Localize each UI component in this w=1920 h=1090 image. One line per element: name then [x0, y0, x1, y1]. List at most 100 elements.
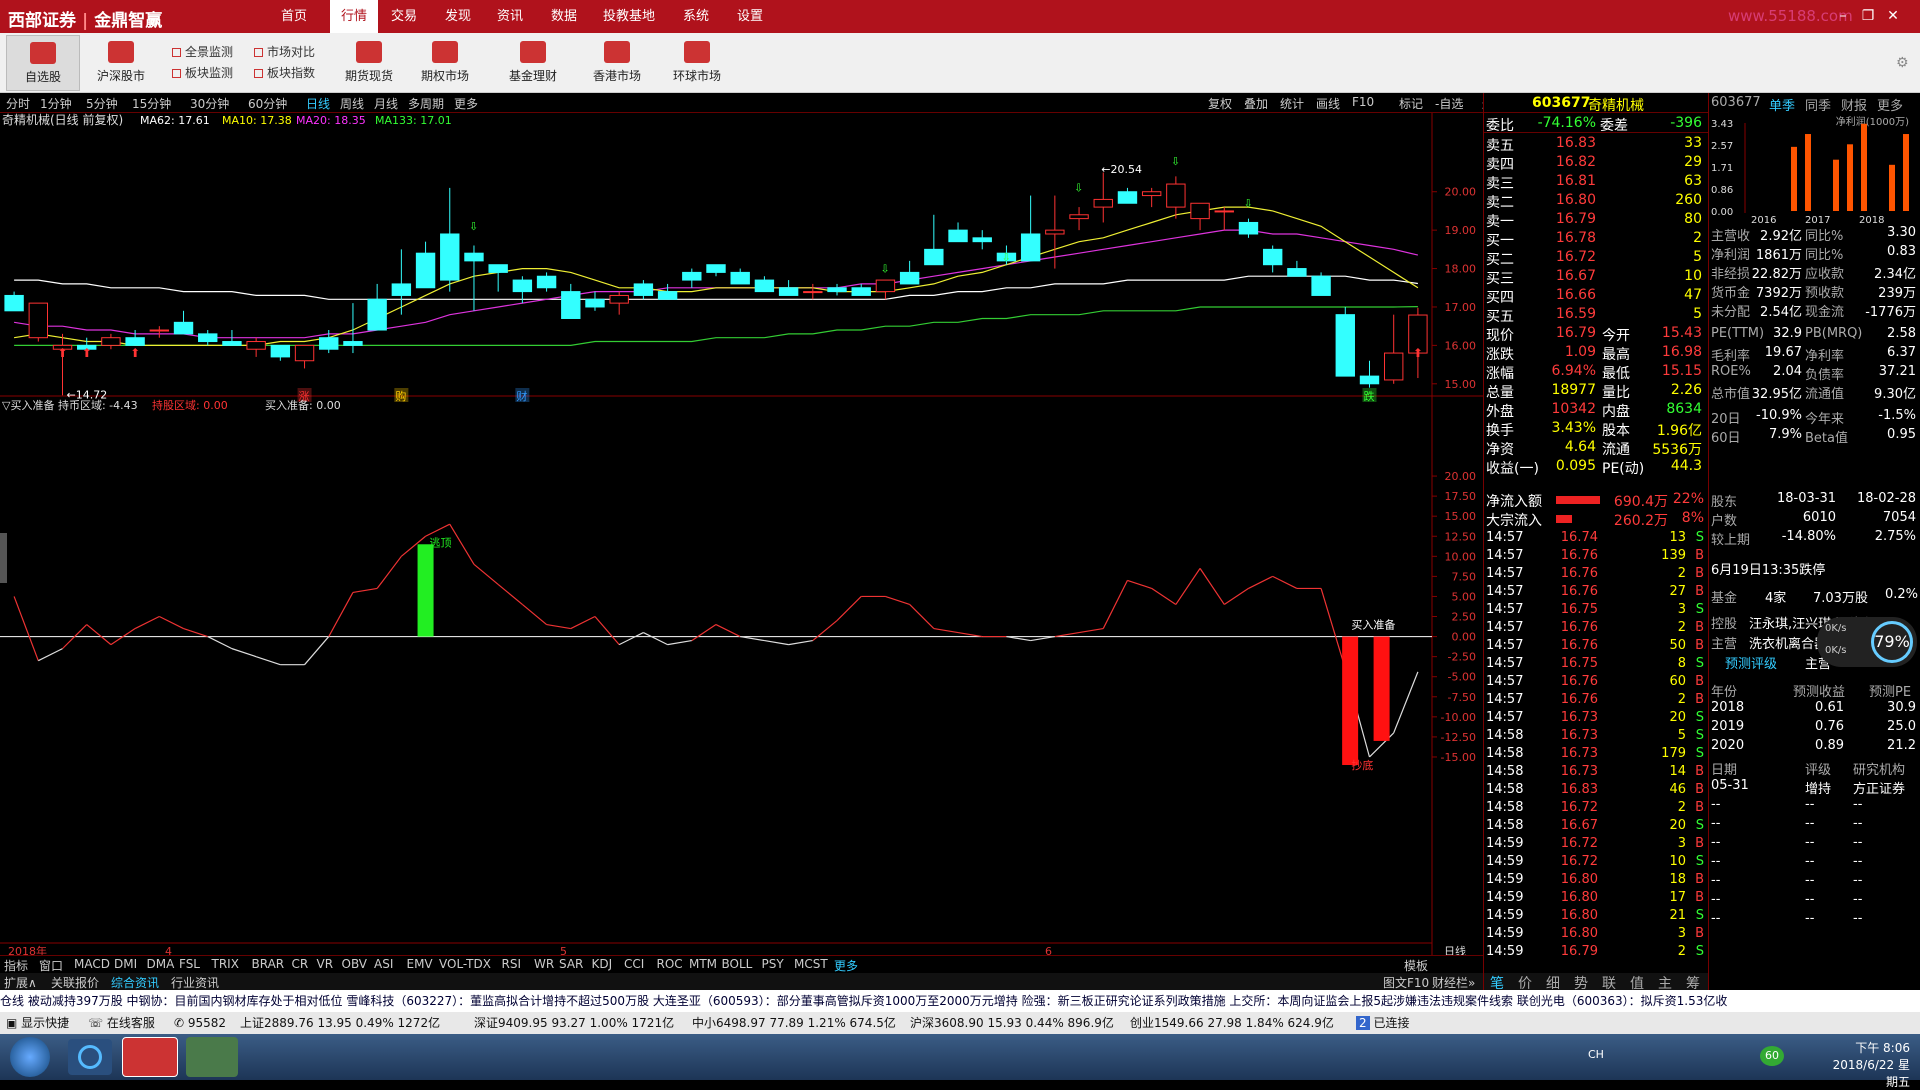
- toolbar-small-2[interactable]: 板块监测: [172, 64, 233, 81]
- ind-tab-10[interactable]: OBV: [342, 957, 368, 971]
- period-4[interactable]: 30分钟: [190, 95, 229, 112]
- fin-tab-2[interactable]: 财报: [1841, 95, 1867, 114]
- menu-3[interactable]: 发现: [436, 0, 480, 33]
- toolbar-6[interactable]: 环球市场: [662, 35, 732, 91]
- browser-icon[interactable]: [68, 1039, 112, 1075]
- menu-1[interactable]: 行情: [330, 0, 378, 33]
- ind-tab-14[interactable]: RSI: [502, 957, 522, 971]
- ind-tab-6[interactable]: TRIX: [212, 957, 239, 971]
- limit-notice[interactable]: 6月19日13:35跌停: [1711, 559, 1825, 578]
- period-9[interactable]: 多周期: [408, 95, 444, 112]
- ind-tab-21[interactable]: BOLL: [722, 957, 753, 971]
- menu-5[interactable]: 数据: [542, 0, 586, 33]
- event-gou[interactable]: 购: [395, 389, 406, 403]
- ind-tab-8[interactable]: CR: [292, 957, 309, 971]
- quote-row[interactable]: 卖二 16.80 260: [1484, 192, 1708, 211]
- f10-tab[interactable]: 图文F10: [1383, 974, 1429, 991]
- ind-tab-9[interactable]: VR: [317, 957, 334, 971]
- tray-badge[interactable]: 60: [1760, 1046, 1784, 1066]
- index-hs[interactable]: 沪深3608.90 15.93 0.44% 896.9亿: [910, 1012, 1114, 1034]
- ind-tab-19[interactable]: ROC: [657, 957, 683, 971]
- tool-2[interactable]: 统计: [1280, 95, 1304, 112]
- quote-row[interactable]: 卖三 16.81 63: [1484, 173, 1708, 192]
- ind-tab-0[interactable]: 指标: [4, 957, 28, 974]
- toolbar-5[interactable]: 香港市场: [582, 35, 652, 91]
- tool-6[interactable]: -自选: [1435, 95, 1463, 112]
- toolbar-4[interactable]: 基金理财: [498, 35, 568, 91]
- info-tab-2[interactable]: 综合资讯: [111, 974, 159, 991]
- news-ticker[interactable]: 仓线 被动减持397万股 中钢协：目前国内钢材库存处于相对低位 雪峰科技（603…: [0, 990, 1920, 1012]
- period-0[interactable]: 分时: [6, 95, 30, 112]
- start-button[interactable]: [10, 1037, 50, 1077]
- toolbar-gear-icon[interactable]: ⚙: [1896, 55, 1909, 71]
- toolbar-0[interactable]: 自选股: [6, 35, 80, 91]
- quote-row[interactable]: 买四 16.66 47: [1484, 287, 1708, 306]
- index-cy[interactable]: 创业1549.66 27.98 1.84% 624.9亿: [1130, 1012, 1334, 1034]
- app-taskbar-icon[interactable]: [122, 1037, 178, 1077]
- quote-row[interactable]: 卖一 16.79 80: [1484, 211, 1708, 230]
- period-6[interactable]: 日线: [306, 95, 330, 112]
- index-sz[interactable]: 深证9409.95 93.27 1.00% 1721亿: [474, 1012, 674, 1034]
- period-2[interactable]: 5分钟: [86, 95, 118, 112]
- period-3[interactable]: 15分钟: [132, 95, 171, 112]
- toolbar-small-1[interactable]: 市场对比: [254, 43, 315, 60]
- speed-widget[interactable]: 0K/s 0K/s 79%: [1817, 617, 1917, 667]
- ind-tab-1[interactable]: 窗口: [39, 957, 63, 974]
- toolbar-2[interactable]: 期货现货: [334, 35, 404, 91]
- ind-tab-20[interactable]: MTM: [689, 957, 717, 971]
- quick-button[interactable]: ▣ 显示快捷: [6, 1012, 69, 1034]
- side-handle[interactable]: [0, 533, 7, 583]
- menu-8[interactable]: 设置: [728, 0, 772, 33]
- ind-tab-12[interactable]: EMV: [407, 957, 433, 971]
- tool-3[interactable]: 画线: [1316, 95, 1340, 112]
- toolbar-3[interactable]: 期权市场: [410, 35, 480, 91]
- event-die[interactable]: 跌: [1363, 389, 1374, 403]
- clock[interactable]: 下午 8:06 2018/6/22 星期五: [1830, 1039, 1910, 1090]
- ime-indicator[interactable]: CH: [1588, 1048, 1604, 1061]
- finance-bar-tab[interactable]: 财经栏»: [1432, 974, 1475, 991]
- menu-4[interactable]: 资讯: [488, 0, 532, 33]
- quote-row[interactable]: 买二 16.72 5: [1484, 249, 1708, 268]
- toolbar-small-3[interactable]: 板块指数: [254, 64, 315, 81]
- quote-row[interactable]: 卖五 16.83 33: [1484, 135, 1708, 154]
- menu-2[interactable]: 交易: [382, 0, 426, 33]
- info-tab-0[interactable]: 扩展∧: [4, 974, 37, 991]
- ind-tab-24[interactable]: 更多: [834, 957, 858, 974]
- fin-tab-0[interactable]: 单季: [1769, 95, 1795, 114]
- quote-row[interactable]: 卖四 16.82 29: [1484, 154, 1708, 173]
- menu-6[interactable]: 投教基地: [596, 0, 662, 33]
- online-service-button[interactable]: ☏ 在线客服: [88, 1012, 155, 1034]
- fin-tab-3[interactable]: 更多: [1877, 95, 1903, 114]
- menu-0[interactable]: 首页: [270, 0, 318, 33]
- period-5[interactable]: 60分钟: [248, 95, 287, 112]
- period-7[interactable]: 周线: [340, 95, 364, 112]
- info-tab-3[interactable]: 行业资讯: [171, 974, 219, 991]
- index-sh[interactable]: 上证2889.76 13.95 0.49% 1272亿: [240, 1012, 440, 1034]
- kline-chart[interactable]: 奇精机械(日线 前复权) MA62: 17.61 MA10: 17.38 MA20: …: [0, 112, 1483, 958]
- ind-tab-13[interactable]: VOL-TDX: [439, 957, 491, 971]
- ind-tab-22[interactable]: PSY: [762, 957, 784, 971]
- ind-tab-18[interactable]: CCI: [624, 957, 644, 971]
- ind-tab-11[interactable]: ASI: [374, 957, 393, 971]
- ind-tab-7[interactable]: BRAR: [252, 957, 285, 971]
- toolbar-1[interactable]: 沪深股市: [86, 35, 156, 91]
- toolbar-small-0[interactable]: 全景监测: [172, 43, 233, 60]
- quote-row[interactable]: 买三 16.67 10: [1484, 268, 1708, 287]
- minimize-icon[interactable]: –: [1833, 6, 1853, 26]
- ind-tab-3[interactable]: DMI: [114, 957, 137, 971]
- tool-0[interactable]: 复权: [1208, 95, 1232, 112]
- quote-row[interactable]: 买一 16.78 2: [1484, 230, 1708, 249]
- menu-7[interactable]: 系统: [674, 0, 718, 33]
- ind-tab-15[interactable]: WR: [534, 957, 554, 971]
- fin-tab-1[interactable]: 同季: [1805, 95, 1831, 114]
- index-zx[interactable]: 中小6498.97 77.89 1.21% 674.5亿: [692, 1012, 896, 1034]
- close-icon[interactable]: ✕: [1883, 6, 1903, 26]
- green-app-icon[interactable]: [186, 1037, 238, 1077]
- period-10[interactable]: 更多: [454, 95, 478, 112]
- template-button[interactable]: 模板: [1404, 957, 1428, 974]
- info-tab-1[interactable]: 关联报价: [51, 974, 99, 991]
- quote-row[interactable]: 买五 16.59 5: [1484, 306, 1708, 325]
- period-8[interactable]: 月线: [374, 95, 398, 112]
- ind-tab-17[interactable]: KDJ: [592, 957, 613, 971]
- ind-tab-5[interactable]: FSL: [179, 957, 200, 971]
